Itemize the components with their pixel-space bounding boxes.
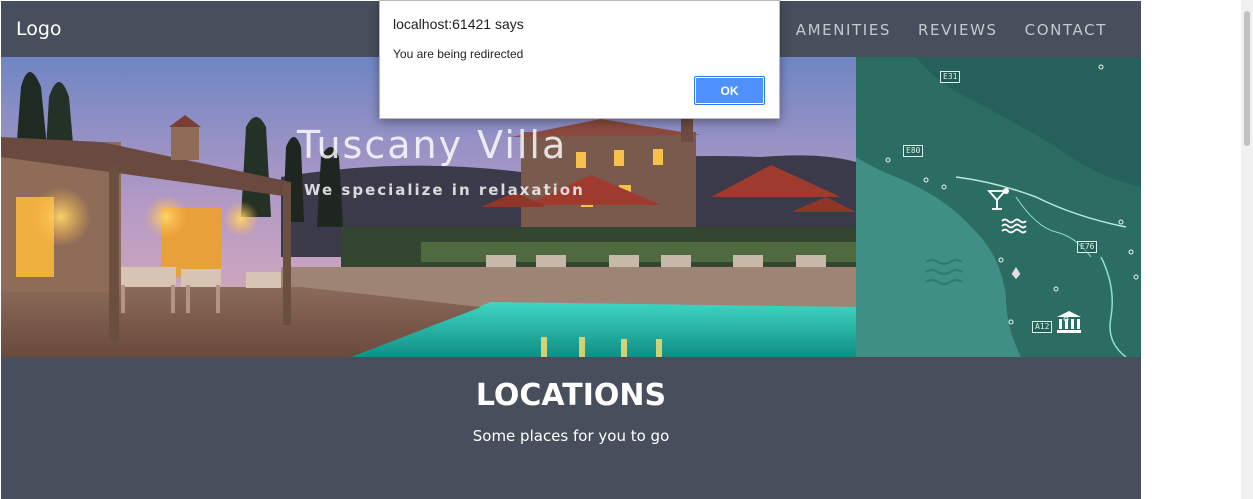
scrollbar-thumb[interactable]: [1244, 11, 1250, 146]
locations-section: LOCATIONS Some places for you to go: [1, 357, 1141, 499]
alert-dialog: localhost:61421 says You are being redir…: [379, 0, 780, 119]
alert-message: You are being redirected: [393, 47, 524, 61]
cocktail-icon[interactable]: [986, 187, 1012, 213]
map[interactable]: E31 E80 E76 A12: [856, 57, 1141, 357]
pin-icon[interactable]: [1009, 265, 1023, 281]
nav-link-amenities[interactable]: AMENITIES: [796, 21, 891, 39]
section-subtitle: Some places for you to go: [472, 427, 670, 445]
museum-icon[interactable]: [1056, 310, 1082, 334]
section-title: LOCATIONS: [475, 378, 667, 413]
road-label-e80: E80: [903, 145, 924, 157]
logo[interactable]: Logo: [16, 18, 62, 40]
nav-link-reviews[interactable]: REVIEWS: [918, 21, 998, 39]
nav-links: AMENITIES REVIEWS CONTACT: [796, 21, 1107, 39]
road-label-a12: A12: [1032, 321, 1053, 333]
nav-link-contact[interactable]: CONTACT: [1025, 21, 1107, 39]
road-label-e76: E76: [1077, 241, 1098, 253]
alert-title: localhost:61421 says: [393, 16, 524, 32]
hero-subtitle: We specialize in relaxation: [304, 181, 585, 199]
hero-title: Tuscany Villa: [297, 123, 568, 167]
waves-icon[interactable]: [1001, 217, 1027, 235]
page-scrollbar[interactable]: [1241, 0, 1253, 499]
road-label-e31: E31: [940, 71, 961, 83]
ok-button[interactable]: OK: [694, 76, 765, 105]
browser-viewport: Logo AMENITIES REVIEWS CONTACT Tuscany V…: [0, 0, 1253, 499]
